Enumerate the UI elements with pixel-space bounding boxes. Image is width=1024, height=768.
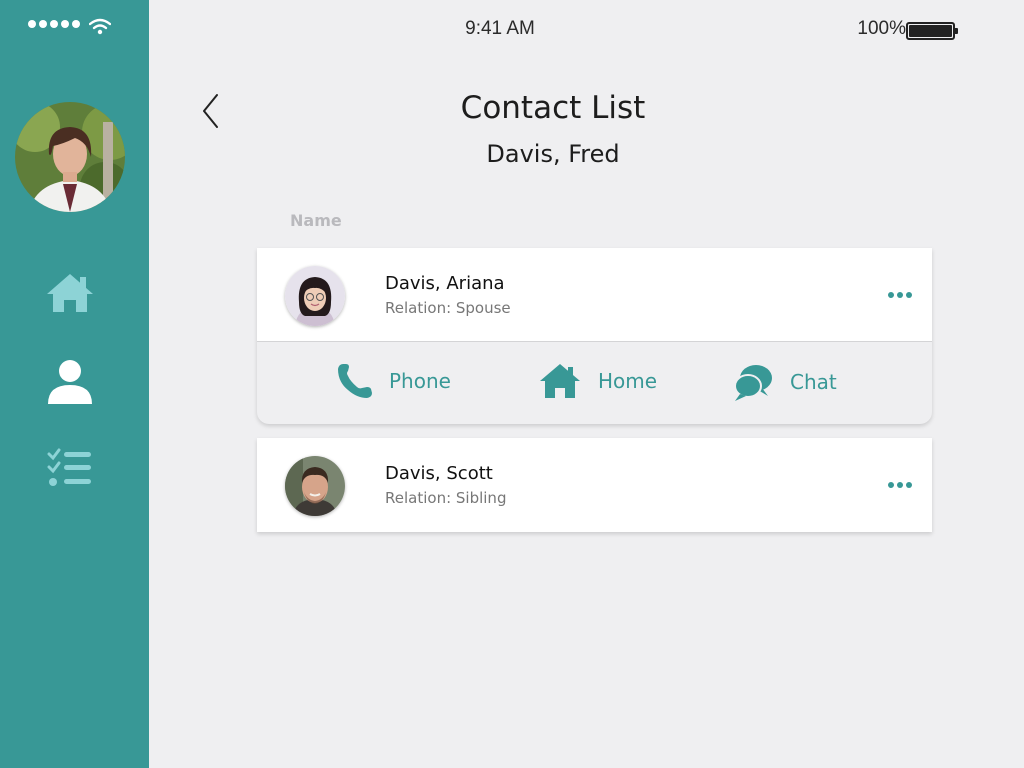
nav-tasks-button[interactable] [45, 443, 95, 493]
page-title: Contact List [460, 90, 646, 126]
more-options-button[interactable] [886, 290, 914, 300]
contact-actions: Phone Home Chat [257, 342, 932, 424]
home-call-button[interactable]: Home [538, 362, 657, 400]
chat-label: Chat [790, 370, 837, 394]
contact-row[interactable]: Davis, Scott Relation: Sibling [257, 438, 932, 532]
contact-relation: Relation: Spouse [385, 299, 511, 317]
contact-avatar [285, 266, 345, 326]
contact-relation: Relation: Sibling [385, 489, 507, 507]
phone-icon [338, 364, 372, 398]
column-header-name: Name [290, 211, 342, 230]
contact-row[interactable]: Davis, Ariana Relation: Spouse [257, 248, 932, 342]
more-dots-icon [888, 292, 894, 298]
battery-icon [906, 22, 958, 40]
phone-button[interactable]: Phone [335, 362, 451, 400]
patient-name: Davis, Fred [486, 140, 620, 168]
status-time: 9:41 AM [465, 18, 535, 39]
contact-name: Davis, Ariana [385, 273, 505, 294]
battery-percentage: 100% [857, 18, 906, 39]
contact-avatar [285, 456, 345, 516]
back-chevron-icon[interactable] [196, 90, 226, 132]
contact-name: Davis, Scott [385, 463, 493, 484]
nav-profile-button[interactable] [45, 356, 95, 406]
nav-home-button[interactable] [45, 268, 95, 318]
checklist-icon [47, 448, 91, 486]
sidebar [0, 0, 149, 768]
chat-button[interactable]: Chat [732, 362, 837, 402]
signal-strength-icon [28, 20, 80, 28]
wifi-icon [89, 18, 111, 35]
contact-card[interactable]: Davis, Scott Relation: Sibling [257, 438, 932, 532]
home-icon [47, 274, 93, 312]
home-label: Home [598, 369, 658, 393]
person-icon [48, 360, 92, 404]
contact-card[interactable]: Davis, Ariana Relation: Spouse Phone Hom… [257, 248, 932, 424]
more-dots-icon [888, 482, 894, 488]
home-icon [540, 364, 580, 398]
app-root: 9:41 AM 100% Contact List Davis, Fred Na… [0, 0, 1024, 768]
chat-icon [734, 365, 772, 401]
profile-avatar[interactable] [15, 102, 125, 212]
more-options-button[interactable] [886, 480, 914, 490]
phone-label: Phone [389, 369, 451, 393]
